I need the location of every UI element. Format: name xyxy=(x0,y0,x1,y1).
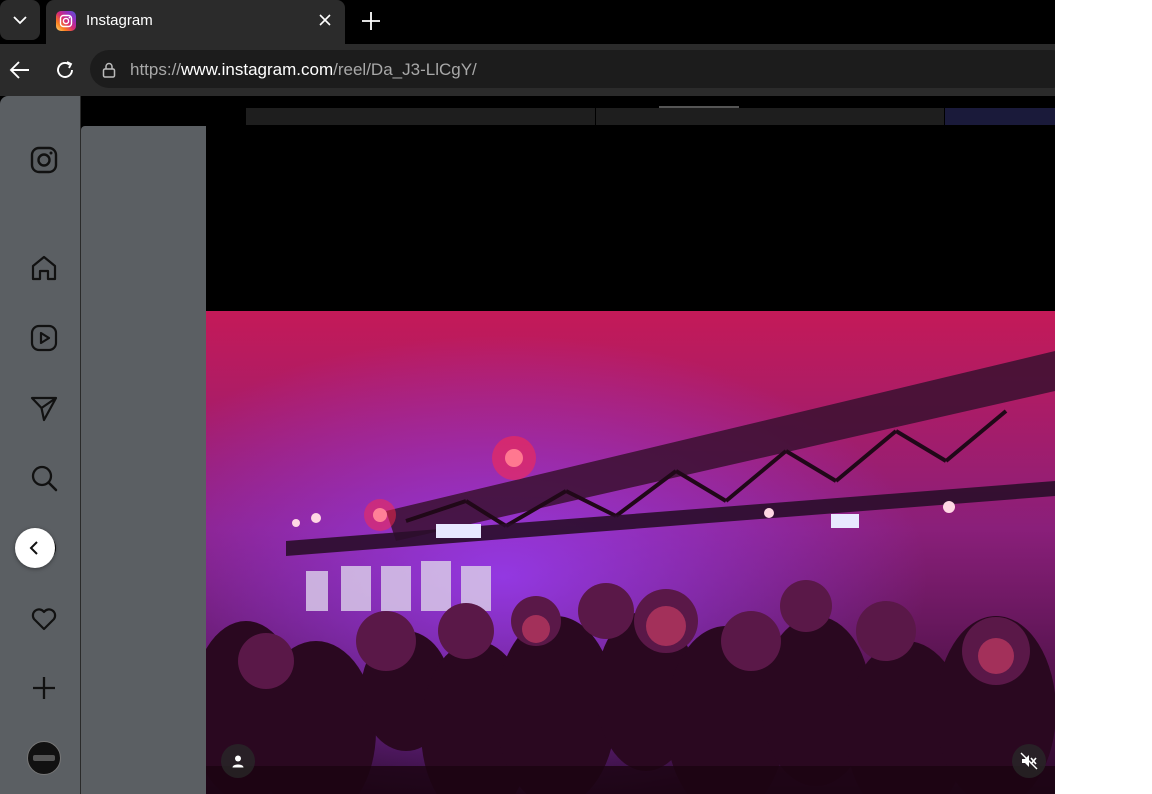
tab-instagram[interactable]: Instagram xyxy=(46,0,345,44)
reel-side-panel xyxy=(81,126,206,794)
url-text[interactable]: https://www.instagram.com/reel/Da_J3-LlC… xyxy=(130,60,477,80)
url-host: www.instagram.com xyxy=(181,60,334,79)
chevron-left-icon xyxy=(29,541,38,555)
instagram-logo-icon[interactable] xyxy=(26,142,62,178)
tab-strip: Instagram xyxy=(0,0,1055,44)
page-viewport xyxy=(0,96,1055,794)
plus-icon xyxy=(362,12,380,30)
chevron-down-icon xyxy=(13,16,27,25)
tab-title: Instagram xyxy=(86,12,153,29)
close-icon xyxy=(319,14,331,26)
avatar-image xyxy=(33,755,55,761)
reel-strip xyxy=(945,108,1055,126)
url-path: /reel/Da_J3-LlCgY/ xyxy=(333,60,477,79)
reel-strip xyxy=(596,108,944,126)
reel-indicator xyxy=(659,106,739,108)
muted-speaker-icon xyxy=(1020,752,1038,770)
concert-video-frame xyxy=(206,311,1055,794)
reels-icon[interactable] xyxy=(26,320,62,356)
instagram-favicon-icon xyxy=(56,11,76,31)
browser-window: Instagram https://www.instagram.com/reel… xyxy=(0,0,1055,794)
previous-reel-button[interactable] xyxy=(15,528,55,568)
tagged-users-button[interactable] xyxy=(221,744,255,778)
reel-strip xyxy=(246,108,595,126)
url-scheme: https:// xyxy=(130,60,182,79)
notifications-icon[interactable] xyxy=(26,600,62,636)
lock-icon[interactable] xyxy=(100,61,118,79)
sidebar xyxy=(0,96,81,794)
tab-close-button[interactable] xyxy=(313,8,337,32)
browser-toolbar: https://www.instagram.com/reel/Da_J3-LlC… xyxy=(0,44,1055,96)
search-icon[interactable] xyxy=(26,460,62,496)
profile-avatar[interactable] xyxy=(27,741,61,775)
reel-video[interactable] xyxy=(206,125,1055,794)
arrow-left-icon xyxy=(9,61,29,79)
messages-icon[interactable] xyxy=(26,390,62,426)
reload-icon xyxy=(57,61,73,78)
address-bar[interactable]: https://www.instagram.com/reel/Da_J3-LlC… xyxy=(90,50,1055,88)
user-icon xyxy=(232,755,244,768)
tab-list-button[interactable] xyxy=(0,0,40,40)
back-button[interactable] xyxy=(6,56,34,84)
create-icon[interactable] xyxy=(26,670,62,706)
unmute-button[interactable] xyxy=(1012,744,1046,778)
reload-button[interactable] xyxy=(51,56,79,84)
new-tab-button[interactable] xyxy=(356,6,386,36)
reel-top-strips xyxy=(246,106,1055,126)
home-icon[interactable] xyxy=(26,250,62,286)
